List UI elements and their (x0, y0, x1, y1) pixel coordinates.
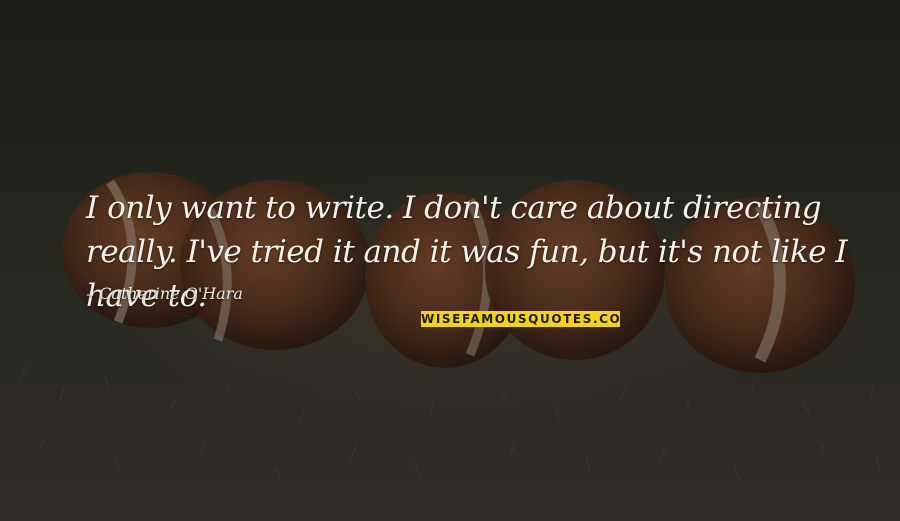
quote-author: – Catherine O'Hara (86, 284, 243, 303)
quote-card: I only want to write. I don't care about… (0, 0, 900, 521)
author-dash: – (86, 284, 94, 303)
watermark-logo: WISEFAMOUSQUOTES.COM (421, 311, 620, 327)
author-name: Catherine O'Hara (99, 284, 243, 303)
